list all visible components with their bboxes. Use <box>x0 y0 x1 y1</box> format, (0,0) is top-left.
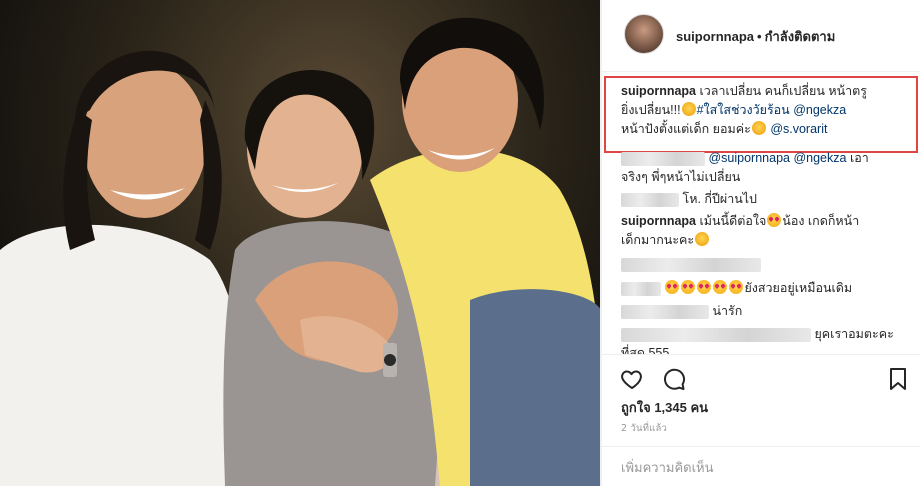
comment-mention[interactable]: @suipornnapa <box>708 151 790 165</box>
list-item: suipornnapa เม้นนี้ดีต่อใจ น้อง เกดก็หน้า… <box>621 212 911 250</box>
comment-bubble-icon[interactable] <box>660 365 688 393</box>
follow-status-button[interactable]: กำลังติดตาม <box>765 29 836 44</box>
comment-text: ที่สุด 555 <box>621 346 670 354</box>
post-side-panel: suipornnapa • กำลังติดตาม suipornnapa เวลา… <box>601 0 920 486</box>
comment-text: เด็กมากนะคะ <box>621 233 695 247</box>
comment-mention[interactable]: @ngekza <box>793 151 846 165</box>
heart-eyes-emoji-icon <box>665 280 680 294</box>
heart-eyes-emoji-icon <box>767 213 782 227</box>
post-caption: suipornnapa เวลาเปลี่ยน คนก็เปลี่ยน หน้า… <box>621 82 911 139</box>
caption-text-3: หน้าปังตั้งแต่เด็ก ยอมค่ะ <box>621 122 751 136</box>
add-comment-bar <box>602 446 920 486</box>
comments-list[interactable]: suipornnapa เวลาเปลี่ยน คนก็เปลี่ยน หน้า… <box>602 72 920 354</box>
heart-eyes-emoji-icon <box>729 280 744 294</box>
comment-text: โห. กี่ปีผ่านไป <box>682 192 757 206</box>
blurred-username <box>621 281 661 296</box>
comment-text: น่ารัก <box>712 304 743 318</box>
smirk-emoji-icon <box>695 232 710 246</box>
surprised-emoji-icon <box>681 102 696 116</box>
blurred-username <box>621 192 679 207</box>
photo-edge <box>0 0 601 486</box>
wink-emoji-icon <box>751 121 766 135</box>
caption-text-2: ยิ่งเปลี่ยน!!! <box>621 103 681 117</box>
add-comment-input[interactable] <box>621 457 901 477</box>
list-item: ยังสวยอยู่เหมือนเดิม <box>621 279 911 298</box>
heart-eyes-emoji-icon <box>713 280 728 294</box>
caption-mention-svorarit[interactable]: @s.vorarit <box>770 122 827 136</box>
blurred-username <box>621 151 705 166</box>
post-header: suipornnapa • กำลังติดตาม <box>602 0 920 72</box>
likes-count[interactable]: ถูกใจ 1,345 คน <box>621 397 708 418</box>
blurred-username <box>621 304 709 319</box>
comment-text: น้อง เกดก็หน้า <box>782 214 860 228</box>
heart-eyes-emoji-icon <box>697 280 712 294</box>
header-user-line: suipornnapa • กำลังติดตาม <box>676 26 835 47</box>
list-item: น่ารัก <box>621 302 911 321</box>
caption-mention-ngekza[interactable]: @ngekza <box>793 103 846 117</box>
list-item <box>621 255 911 274</box>
header-username[interactable]: suipornnapa <box>676 29 754 44</box>
post-timestamp[interactable]: 2 วันที่แล้ว <box>621 421 667 436</box>
comment-text: เม้นนี้ดีต่อใจ <box>699 214 767 228</box>
comment-text: เอา <box>849 151 869 165</box>
comment-text: ยุคเราอมตะคะ <box>814 327 894 341</box>
header-separator: • <box>757 29 762 44</box>
caption-hashtag[interactable]: #ใสใสช่วงวัยร้อน <box>697 103 790 117</box>
comment-text: ยังสวยอยู่เหมือนเดิม <box>744 281 853 295</box>
blurred-comment <box>621 257 761 272</box>
post-actions <box>602 354 920 402</box>
list-item: ยุคเราอมตะคะ ที่สุด 555 <box>621 325 911 354</box>
heart-eyes-emoji-icon <box>681 280 696 294</box>
comment-text: จริงๆ พี่ๆหน้าไม่เปลี่ยน <box>621 170 741 184</box>
avatar[interactable] <box>624 14 664 54</box>
caption-text-1: เวลาเปลี่ยน คนก็เปลี่ยน หน้าตรู <box>699 84 868 98</box>
blurred-username <box>621 327 811 342</box>
post-photo[interactable] <box>0 0 601 486</box>
comment-username[interactable]: suipornnapa <box>621 214 696 228</box>
caption-username[interactable]: suipornnapa <box>621 84 696 98</box>
list-item: โห. กี่ปีผ่านไป <box>621 190 911 209</box>
heart-icon[interactable] <box>618 365 646 393</box>
list-item: @suipornnapa @ngekza เอา จริงๆ พี่ๆหน้าไ… <box>621 149 911 187</box>
bookmark-icon[interactable] <box>884 365 912 393</box>
